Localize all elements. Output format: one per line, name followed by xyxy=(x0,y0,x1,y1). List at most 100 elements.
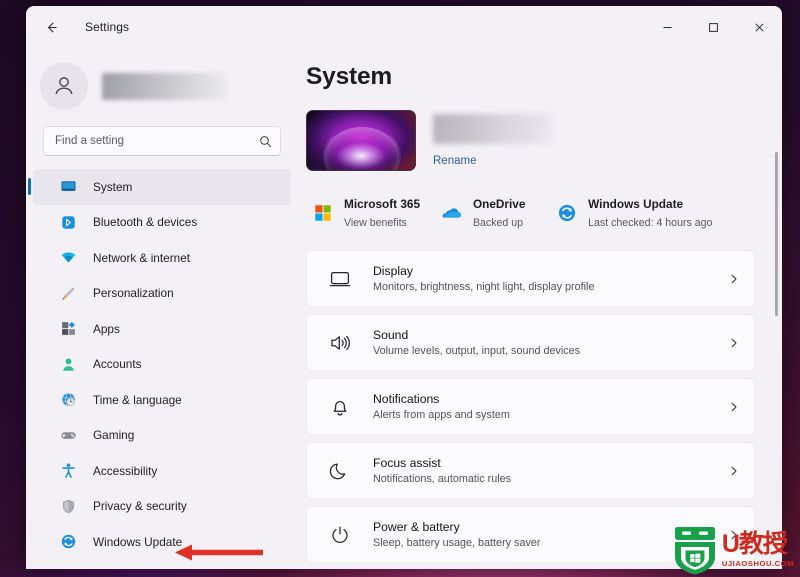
rename-link[interactable]: Rename xyxy=(433,155,476,167)
moon-icon xyxy=(327,458,353,484)
account-person-icon xyxy=(59,355,77,373)
avatar xyxy=(40,62,88,110)
sidebar-item-accessibility[interactable]: Accessibility xyxy=(33,453,291,489)
sidebar-item-label: Privacy & security xyxy=(93,499,187,514)
bell-icon xyxy=(327,394,353,420)
sidebar-item-time-language[interactable]: Time & language xyxy=(33,382,291,418)
service-subtitle: Last checked: 4 hours ago xyxy=(588,217,713,229)
title-bar: Settings xyxy=(26,6,782,48)
service-onedrive[interactable]: OneDrive Backed up xyxy=(435,191,550,235)
windows-update-icon xyxy=(59,533,77,551)
service-text: OneDrive Backed up xyxy=(473,195,544,231)
settings-card-list: Display Monitors, brightness, night ligh… xyxy=(306,250,782,563)
card-subtitle: Monitors, brightness, night light, displ… xyxy=(373,280,595,293)
search-container xyxy=(26,114,298,156)
bluetooth-icon xyxy=(59,213,77,231)
chevron-right-icon xyxy=(728,529,740,541)
card-text: Notifications Alerts from apps and syste… xyxy=(373,392,728,421)
sidebar-item-label: Time & language xyxy=(93,392,182,407)
settings-card-power-battery[interactable]: Power & battery Sleep, battery usage, ba… xyxy=(306,506,755,563)
card-title: Sound xyxy=(373,328,409,343)
chevron-right-icon xyxy=(728,273,740,285)
settings-window: Settings Find a setting System Bluetooth… xyxy=(26,6,782,569)
display-monitor-icon xyxy=(327,266,353,292)
service-title: Microsoft 365 xyxy=(344,197,421,211)
search-icon xyxy=(260,135,272,147)
window-controls xyxy=(644,6,782,48)
onedrive-cloud-icon xyxy=(441,202,463,224)
sidebar-item-apps[interactable]: Apps xyxy=(33,311,291,347)
sidebar: System Bluetooth & devices xyxy=(26,48,298,569)
power-icon xyxy=(327,522,353,548)
shield-icon xyxy=(59,497,77,515)
back-arrow-icon xyxy=(47,22,57,32)
clock-globe-icon xyxy=(59,391,77,409)
card-title: Power & battery xyxy=(373,520,460,535)
device-summary: Rename xyxy=(306,110,782,171)
chevron-right-icon xyxy=(728,337,740,349)
search-box[interactable] xyxy=(43,126,281,156)
service-cards: Microsoft 365 View benefits OneDrive Bac… xyxy=(306,191,782,235)
card-text: Focus assist Notifications, automatic ru… xyxy=(373,456,728,485)
close-button[interactable] xyxy=(736,6,782,48)
sidebar-item-accounts[interactable]: Accounts xyxy=(33,347,291,383)
account-profile[interactable] xyxy=(26,48,298,114)
chevron-right-icon xyxy=(728,401,740,413)
settings-card-notifications[interactable]: Notifications Alerts from apps and syste… xyxy=(306,378,755,435)
sidebar-nav-list: System Bluetooth & devices Network & int… xyxy=(26,169,298,560)
minimize-icon xyxy=(663,26,671,28)
service-microsoft-365[interactable]: Microsoft 365 View benefits xyxy=(306,191,435,235)
sidebar-item-label: System xyxy=(93,179,133,194)
account-name-redacted xyxy=(102,72,226,100)
settings-card-focus-assist[interactable]: Focus assist Notifications, automatic ru… xyxy=(306,442,755,499)
service-windows-update[interactable]: Windows Update Last checked: 4 hours ago xyxy=(550,191,782,235)
sidebar-item-label: Network & internet xyxy=(93,250,191,265)
card-subtitle: Sleep, battery usage, battery saver xyxy=(373,536,541,549)
service-title: OneDrive xyxy=(472,197,526,211)
card-subtitle: Alerts from apps and system xyxy=(373,408,510,421)
wifi-icon xyxy=(59,249,77,267)
settings-card-sound[interactable]: Sound Volume levels, output, input, soun… xyxy=(306,314,755,371)
card-text: Sound Volume levels, output, input, soun… xyxy=(373,328,728,357)
main-content: System Rename Microsoft 365 View benefit… xyxy=(298,48,782,569)
sidebar-item-label: Windows Update xyxy=(93,534,183,549)
apps-grid-icon xyxy=(59,320,77,338)
sidebar-item-privacy-security[interactable]: Privacy & security xyxy=(33,489,291,525)
minimize-button[interactable] xyxy=(644,6,690,48)
microsoft-365-icon xyxy=(312,202,334,224)
sidebar-item-bluetooth-devices[interactable]: Bluetooth & devices xyxy=(33,205,291,241)
main-scrollbar[interactable] xyxy=(775,152,778,316)
maximize-icon xyxy=(708,22,718,32)
card-text: Display Monitors, brightness, night ligh… xyxy=(373,264,728,293)
settings-card-display[interactable]: Display Monitors, brightness, night ligh… xyxy=(306,250,755,307)
service-text: Microsoft 365 View benefits xyxy=(344,195,429,231)
card-subtitle: Volume levels, output, input, sound devi… xyxy=(373,344,581,357)
sidebar-item-gaming[interactable]: Gaming xyxy=(33,418,291,454)
chevron-right-icon xyxy=(728,465,740,477)
sidebar-item-windows-update[interactable]: Windows Update xyxy=(33,524,291,560)
service-subtitle: Backed up xyxy=(472,217,524,229)
sidebar-item-label: Bluetooth & devices xyxy=(93,215,198,230)
sidebar-item-label: Apps xyxy=(93,321,120,336)
card-subtitle: Notifications, automatic rules xyxy=(373,472,512,485)
system-monitor-icon xyxy=(59,178,77,196)
windows-update-icon xyxy=(556,202,578,224)
sidebar-item-personalization[interactable]: Personalization xyxy=(33,276,291,312)
service-text: Windows Update Last checked: 4 hours ago xyxy=(588,195,776,231)
device-info: Rename xyxy=(433,110,551,169)
sidebar-item-network-internet[interactable]: Network & internet xyxy=(33,240,291,276)
sidebar-item-label: Gaming xyxy=(93,428,135,443)
sidebar-item-label: Accounts xyxy=(93,357,142,372)
card-title: Focus assist xyxy=(373,456,441,471)
card-title: Notifications xyxy=(373,392,440,407)
search-input[interactable] xyxy=(55,135,259,147)
back-button[interactable] xyxy=(36,12,66,42)
card-text: Power & battery Sleep, battery usage, ba… xyxy=(373,520,728,549)
page-title: System xyxy=(306,63,392,90)
sidebar-item-label: Personalization xyxy=(93,286,174,301)
sidebar-item-system[interactable]: System xyxy=(28,169,291,205)
sidebar-item-label: Accessibility xyxy=(93,463,158,478)
close-icon xyxy=(754,22,764,32)
maximize-button[interactable] xyxy=(690,6,736,48)
paintbrush-icon xyxy=(59,284,77,302)
